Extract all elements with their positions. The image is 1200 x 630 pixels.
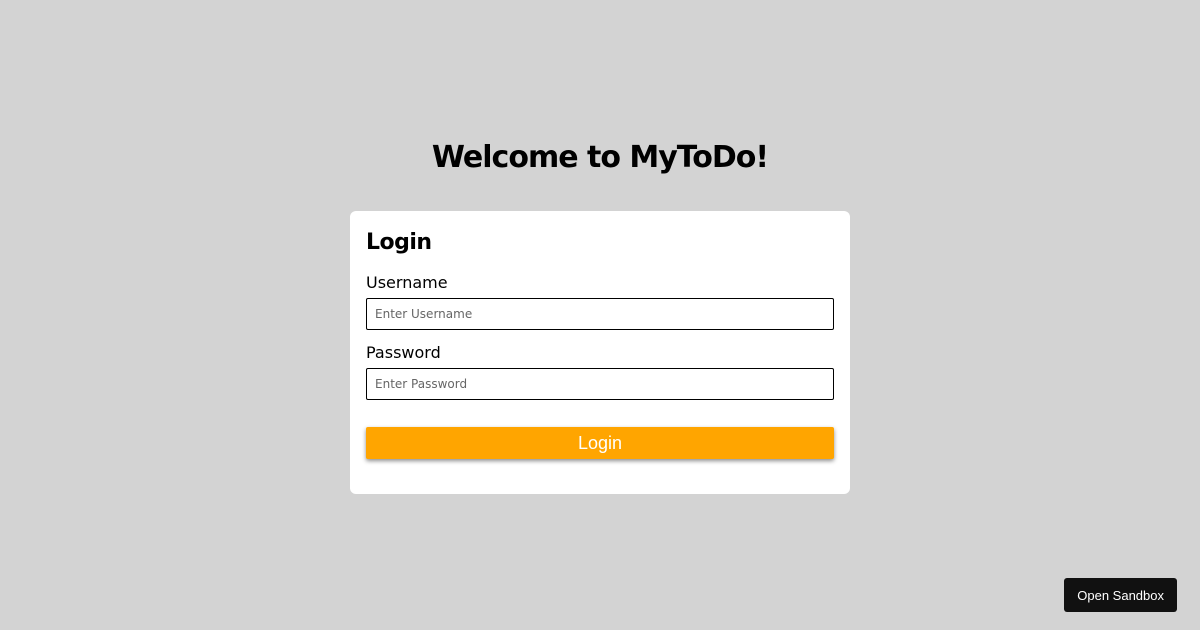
username-field-group: Username [366, 273, 834, 330]
login-heading: Login [366, 230, 432, 255]
password-input[interactable] [366, 368, 834, 400]
username-input[interactable] [366, 298, 834, 330]
login-button[interactable]: Login [366, 427, 834, 459]
open-sandbox-button[interactable]: Open Sandbox [1064, 578, 1177, 612]
username-label: Username [366, 273, 448, 292]
login-card: Login Username Password Login [350, 211, 850, 494]
password-label: Password [366, 343, 441, 362]
page-title: Welcome to MyToDo! [431, 140, 769, 175]
page: Welcome to MyToDo! Login Username Passwo… [0, 0, 1200, 630]
password-field-group: Password [366, 343, 834, 400]
